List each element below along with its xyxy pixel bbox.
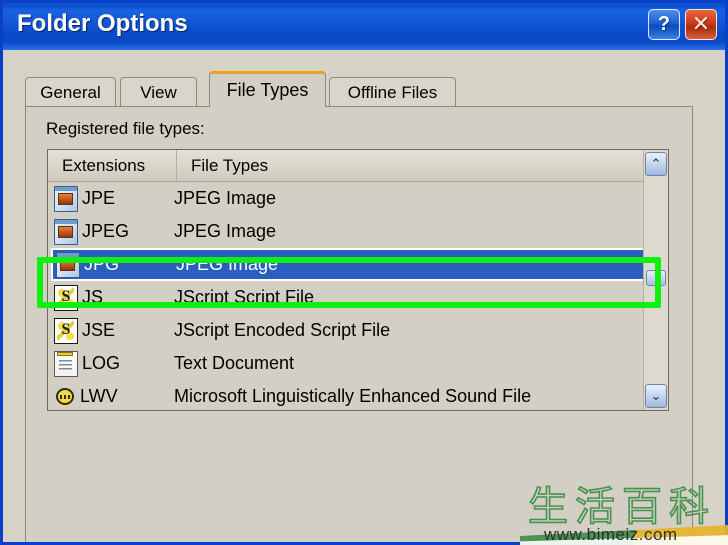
cell-extension: JPG [53,251,176,278]
column-header-extensions-label: Extensions [62,155,146,175]
cell-extension: LWV [48,384,174,409]
registered-file-types-list[interactable]: Extensions File Types JPE JPEG Image JPE… [47,149,669,411]
table-row[interactable]: JS JScript Script File [48,281,668,314]
window-title: Folder Options [17,10,188,37]
chevron-up-icon: ⌃ [650,156,662,172]
screenshot-root: Folder Options ? ✕ General View File Typ… [0,0,728,545]
caption-buttons: ? ✕ [648,9,717,40]
cell-file-type: JPEG Image [174,188,277,208]
extension-label: JPE [82,188,116,208]
tab-view[interactable]: View [120,77,197,107]
tab-offline-files-label: Offline Files [347,82,438,102]
close-button[interactable]: ✕ [685,9,717,40]
registered-file-types-label: Registered file types: [46,119,205,138]
scroll-up-button[interactable]: ⌃ [645,152,667,176]
extension-label: JPG [84,254,120,274]
cell-extension: LOG [48,350,174,377]
column-header-file-types[interactable]: File Types [177,150,647,181]
table-row[interactable]: JSE JScript Encoded Script File [48,314,668,347]
tab-general-label: General [40,82,101,102]
chevron-down-icon: ⌄ [650,388,662,404]
extension-label: JSE [82,320,116,340]
table-row[interactable]: LWV Microsoft Linguistically Enhanced So… [48,380,668,410]
cell-file-type: JPEG Image [174,221,277,241]
dialog-body: General View File Types Offline Files Re… [3,50,725,542]
title-bar: Folder Options ? ✕ [3,3,725,50]
cell-file-type: JPEG Image [176,254,279,274]
list-rows: JPE JPEG Image JPEG JPEG Image JPG JPEG … [48,182,668,410]
list-header-row: Extensions File Types [48,150,668,182]
cell-file-type: JScript Encoded Script File [174,320,391,340]
text-document-icon [54,350,78,377]
scroll-down-button[interactable]: ⌄ [645,384,667,408]
jpeg-image-icon [54,185,78,212]
column-header-file-types-label: File Types [191,155,269,175]
tab-general[interactable]: General [25,77,116,107]
tab-file-types-label: File Types [226,80,309,100]
tab-view-label: View [140,82,177,102]
table-row[interactable]: JPE JPEG Image [48,182,668,215]
cell-file-type: Microsoft Linguistically Enhanced Sound … [174,386,532,406]
cell-extension: JPE [48,185,174,212]
vertical-scrollbar[interactable]: ⌃ ⌄ [643,150,668,410]
table-row[interactable]: LOG Text Document [48,347,668,380]
tab-page-file-types: Registered file types: Extensions File T… [25,106,693,542]
scrollbar-thumb[interactable] [646,270,666,286]
folder-options-dialog: Folder Options ? ✕ General View File Typ… [0,0,728,545]
tab-offline-files[interactable]: Offline Files [329,77,456,107]
extension-label: JS [82,287,104,307]
close-icon: ✕ [691,11,711,37]
extension-label: LWV [80,386,118,406]
tab-file-types[interactable]: File Types [209,71,326,107]
table-row[interactable]: JPEG JPEG Image [48,215,668,248]
question-mark-icon: ? [657,13,671,35]
jscript-icon [54,317,78,344]
help-button[interactable]: ? [648,9,680,40]
jscript-icon [54,284,78,311]
jpeg-image-icon [54,218,78,245]
cell-extension: JPEG [48,218,174,245]
cell-extension: JSE [48,317,174,344]
cell-extension: JS [48,284,174,311]
jpeg-image-icon [56,251,80,278]
tab-strip: General View File Types Offline Files [25,71,693,107]
column-header-extensions[interactable]: Extensions [48,150,177,181]
cell-file-type: JScript Script File [174,287,315,307]
extension-label: JPEG [82,221,130,241]
sound-file-icon [54,384,76,409]
extension-label: LOG [82,353,121,373]
table-row-selected[interactable]: JPG JPEG Image [51,248,665,281]
cell-file-type: Text Document [174,353,295,373]
